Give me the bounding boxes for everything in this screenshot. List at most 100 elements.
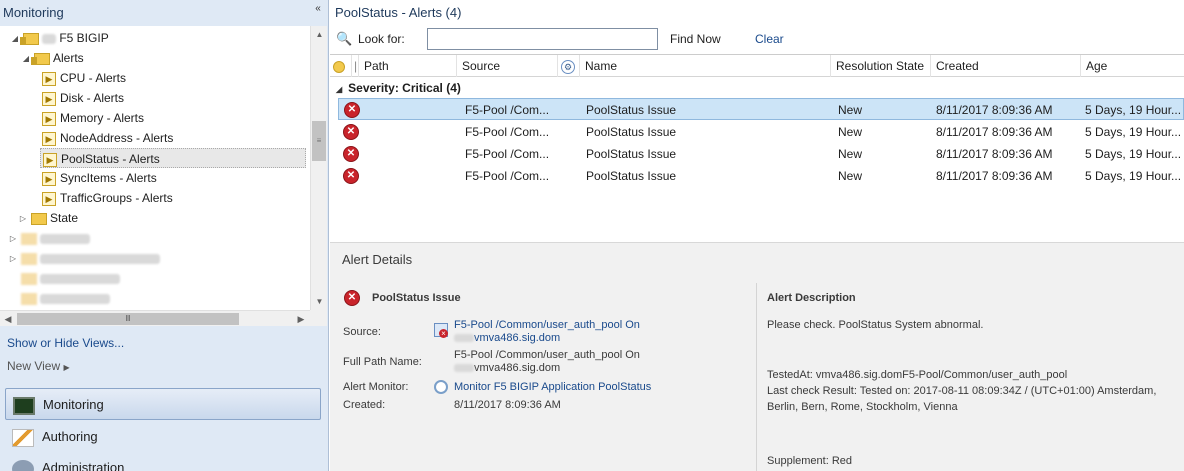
tree-horizontal-scrollbar[interactable]: ◀ Ⅲ ▶	[0, 310, 310, 326]
cell-age: 5 Days, 19 Hour...	[1085, 125, 1182, 139]
column-header-resolution-state[interactable]: Resolution State	[831, 55, 931, 77]
column-header-source[interactable]: Source	[457, 55, 558, 77]
collapse-pane-icon[interactable]: «	[311, 3, 325, 19]
tree-node-label: SyncItems - Alerts	[60, 171, 157, 185]
tree-node-disk-alerts[interactable]: ▶ Disk - Alerts	[42, 88, 124, 108]
table-row[interactable]: ✕ F5-Pool /Com... PoolStatus Issue New 8…	[338, 98, 1184, 120]
redacted-text	[42, 33, 56, 44]
navigation-pane: Monitoring « ◢ F5 BIGIP ◢ Alerts ▶ CPU - A…	[0, 0, 329, 471]
results-pane: PoolStatus - Alerts (4) 🔍 Look for: Find…	[330, 0, 1184, 471]
tree-node-label: PoolStatus - Alerts	[61, 152, 160, 166]
column-header-icon[interactable]	[330, 55, 352, 77]
cell-resolution-state: New	[838, 169, 863, 183]
collapse-arrow-icon[interactable]: ◢	[336, 85, 342, 94]
tree-node-cpu-alerts[interactable]: ▶ CPU - Alerts	[42, 68, 126, 88]
table-row[interactable]: ✕ F5-Pool /Com... PoolStatus Issue New 8…	[338, 121, 1184, 143]
column-header-path[interactable]: Path	[359, 55, 457, 77]
scroll-corner	[310, 310, 327, 326]
source-link[interactable]: F5-Pool /Common/user_auth_pool On vmva48…	[454, 319, 640, 345]
folder-icon	[20, 32, 39, 45]
wunderbar-label: Monitoring	[43, 397, 104, 412]
folder-icon	[31, 212, 47, 225]
expand-arrow-icon[interactable]: ▷	[8, 249, 18, 269]
tree-node-nodeaddress-alerts[interactable]: ▶ NodeAddress - Alerts	[42, 128, 173, 148]
scroll-thumb[interactable]: ≡	[312, 121, 326, 161]
tree-node-memory-alerts[interactable]: ▶ Memory - Alerts	[42, 108, 144, 128]
redacted-text	[40, 253, 160, 264]
tree-node-poolstatus-alerts[interactable]: ▶ PoolStatus - Alerts	[40, 148, 306, 168]
tree-node-redacted[interactable]: ▷	[8, 228, 90, 248]
tree-node-trafficgroups-alerts[interactable]: ▶ TrafficGroups - Alerts	[42, 188, 173, 208]
cell-source: F5-Pool /Com...	[465, 169, 550, 183]
tree-node-alerts[interactable]: ◢ Alerts	[21, 48, 84, 68]
supplement-text: Supplement: Red	[767, 455, 852, 467]
authoring-icon	[12, 428, 34, 447]
group-header-critical[interactable]: ◢ Severity: Critical (4)	[336, 81, 461, 95]
wunderbar-authoring[interactable]: Authoring	[5, 421, 321, 453]
tree-node-redacted[interactable]	[18, 268, 120, 288]
clear-button[interactable]: Clear	[755, 32, 784, 46]
scroll-down-arrow-icon[interactable]: ▼	[311, 293, 328, 310]
scroll-left-arrow-icon[interactable]: ◀	[0, 311, 16, 327]
wunderbar-monitoring[interactable]: Monitoring	[5, 388, 321, 420]
redacted-text	[454, 364, 474, 373]
tree-node-label: TrafficGroups - Alerts	[60, 191, 173, 205]
search-label: Look for:	[358, 32, 405, 46]
tree-node-label: CPU - Alerts	[60, 71, 127, 85]
tree-node-redacted[interactable]	[18, 288, 110, 308]
show-hide-views-link[interactable]: Show or Hide Views...	[7, 336, 124, 350]
group-label: Severity: Critical (4)	[348, 81, 461, 95]
critical-severity-icon: ✕	[344, 102, 360, 118]
created-label: Created:	[343, 399, 386, 411]
cell-name: PoolStatus Issue	[586, 147, 677, 161]
alert-description-text: Please check. PoolStatus System abnormal…	[767, 319, 984, 331]
full-path-value: F5-Pool /Common/user_auth_pool On vmva48…	[454, 349, 640, 375]
scroll-right-arrow-icon[interactable]: ▶	[293, 311, 309, 327]
expand-arrow-icon[interactable]: ▷	[18, 209, 28, 229]
cell-name: PoolStatus Issue	[586, 169, 677, 183]
tree-node-label: State	[50, 211, 79, 225]
column-header-icon[interactable]: |	[352, 55, 359, 77]
alert-description-header: Alert Description	[767, 292, 856, 304]
cell-age: 5 Days, 19 Hour...	[1085, 147, 1182, 161]
alert-view-icon: ▶	[42, 191, 56, 206]
tree-node-label: Disk - Alerts	[60, 91, 125, 105]
tree-node-syncitems-alerts[interactable]: ▶ SyncItems - Alerts	[42, 168, 157, 188]
tree-node-label: Memory - Alerts	[60, 111, 145, 125]
critical-severity-icon: ✕	[343, 146, 359, 162]
tree-node-redacted[interactable]: ▷	[8, 248, 160, 268]
tested-at-text: TestedAt: vmva486.sig.domF5-Pool/Common/…	[767, 369, 1068, 381]
alert-icon	[333, 60, 345, 73]
details-title: Alert Details	[342, 252, 413, 267]
expand-arrow-icon[interactable]: ▷	[8, 229, 18, 249]
tree-node-state[interactable]: ▷ State	[18, 208, 78, 228]
full-path-line: F5-Pool /Common/user_auth_pool On	[454, 349, 640, 361]
table-row[interactable]: ✕ F5-Pool /Com... PoolStatus Issue New 8…	[338, 165, 1184, 187]
alert-monitor-link[interactable]: Monitor F5 BIGIP Application PoolStatus	[454, 381, 651, 394]
alert-view-icon: ▶	[42, 91, 56, 106]
last-check-text: Last check Result: Tested on: 2017-08-11…	[767, 385, 1157, 413]
column-header-icon[interactable]: ⚙	[558, 55, 580, 77]
new-view-label: New View	[7, 359, 61, 373]
tree-node-label: NodeAddress - Alerts	[60, 131, 174, 145]
scroll-thumb[interactable]: Ⅲ	[17, 313, 239, 325]
collapse-arrow-icon[interactable]: ◢	[21, 49, 31, 69]
new-view-menu[interactable]: New View ▶	[7, 359, 70, 373]
column-header-name[interactable]: Name	[580, 55, 831, 77]
cell-source: F5-Pool /Com...	[465, 125, 550, 139]
find-now-button[interactable]: Find Now	[670, 32, 721, 46]
scroll-up-arrow-icon[interactable]: ▲	[311, 26, 328, 43]
cell-created: 8/11/2017 8:09:36 AM	[936, 147, 1053, 161]
search-bar: 🔍 Look for: Find Now Clear	[330, 26, 1184, 52]
tree-vertical-scrollbar[interactable]: ▲ ≡ ▼	[310, 26, 327, 310]
cell-source: F5-Pool /Com...	[465, 147, 550, 161]
table-row[interactable]: ✕ F5-Pool /Com... PoolStatus Issue New 8…	[338, 143, 1184, 165]
tree-node-f5-bigip[interactable]: ◢ F5 BIGIP	[10, 28, 109, 48]
search-input[interactable]	[427, 28, 658, 50]
column-header-age[interactable]: Age	[1081, 55, 1184, 77]
column-header-created[interactable]: Created	[931, 55, 1081, 77]
wunderbar-administration[interactable]: Administration	[5, 452, 321, 471]
collapse-arrow-icon[interactable]: ◢	[10, 29, 20, 49]
cell-name: PoolStatus Issue	[586, 103, 677, 117]
source-line: F5-Pool /Common/user_auth_pool On	[454, 319, 640, 331]
